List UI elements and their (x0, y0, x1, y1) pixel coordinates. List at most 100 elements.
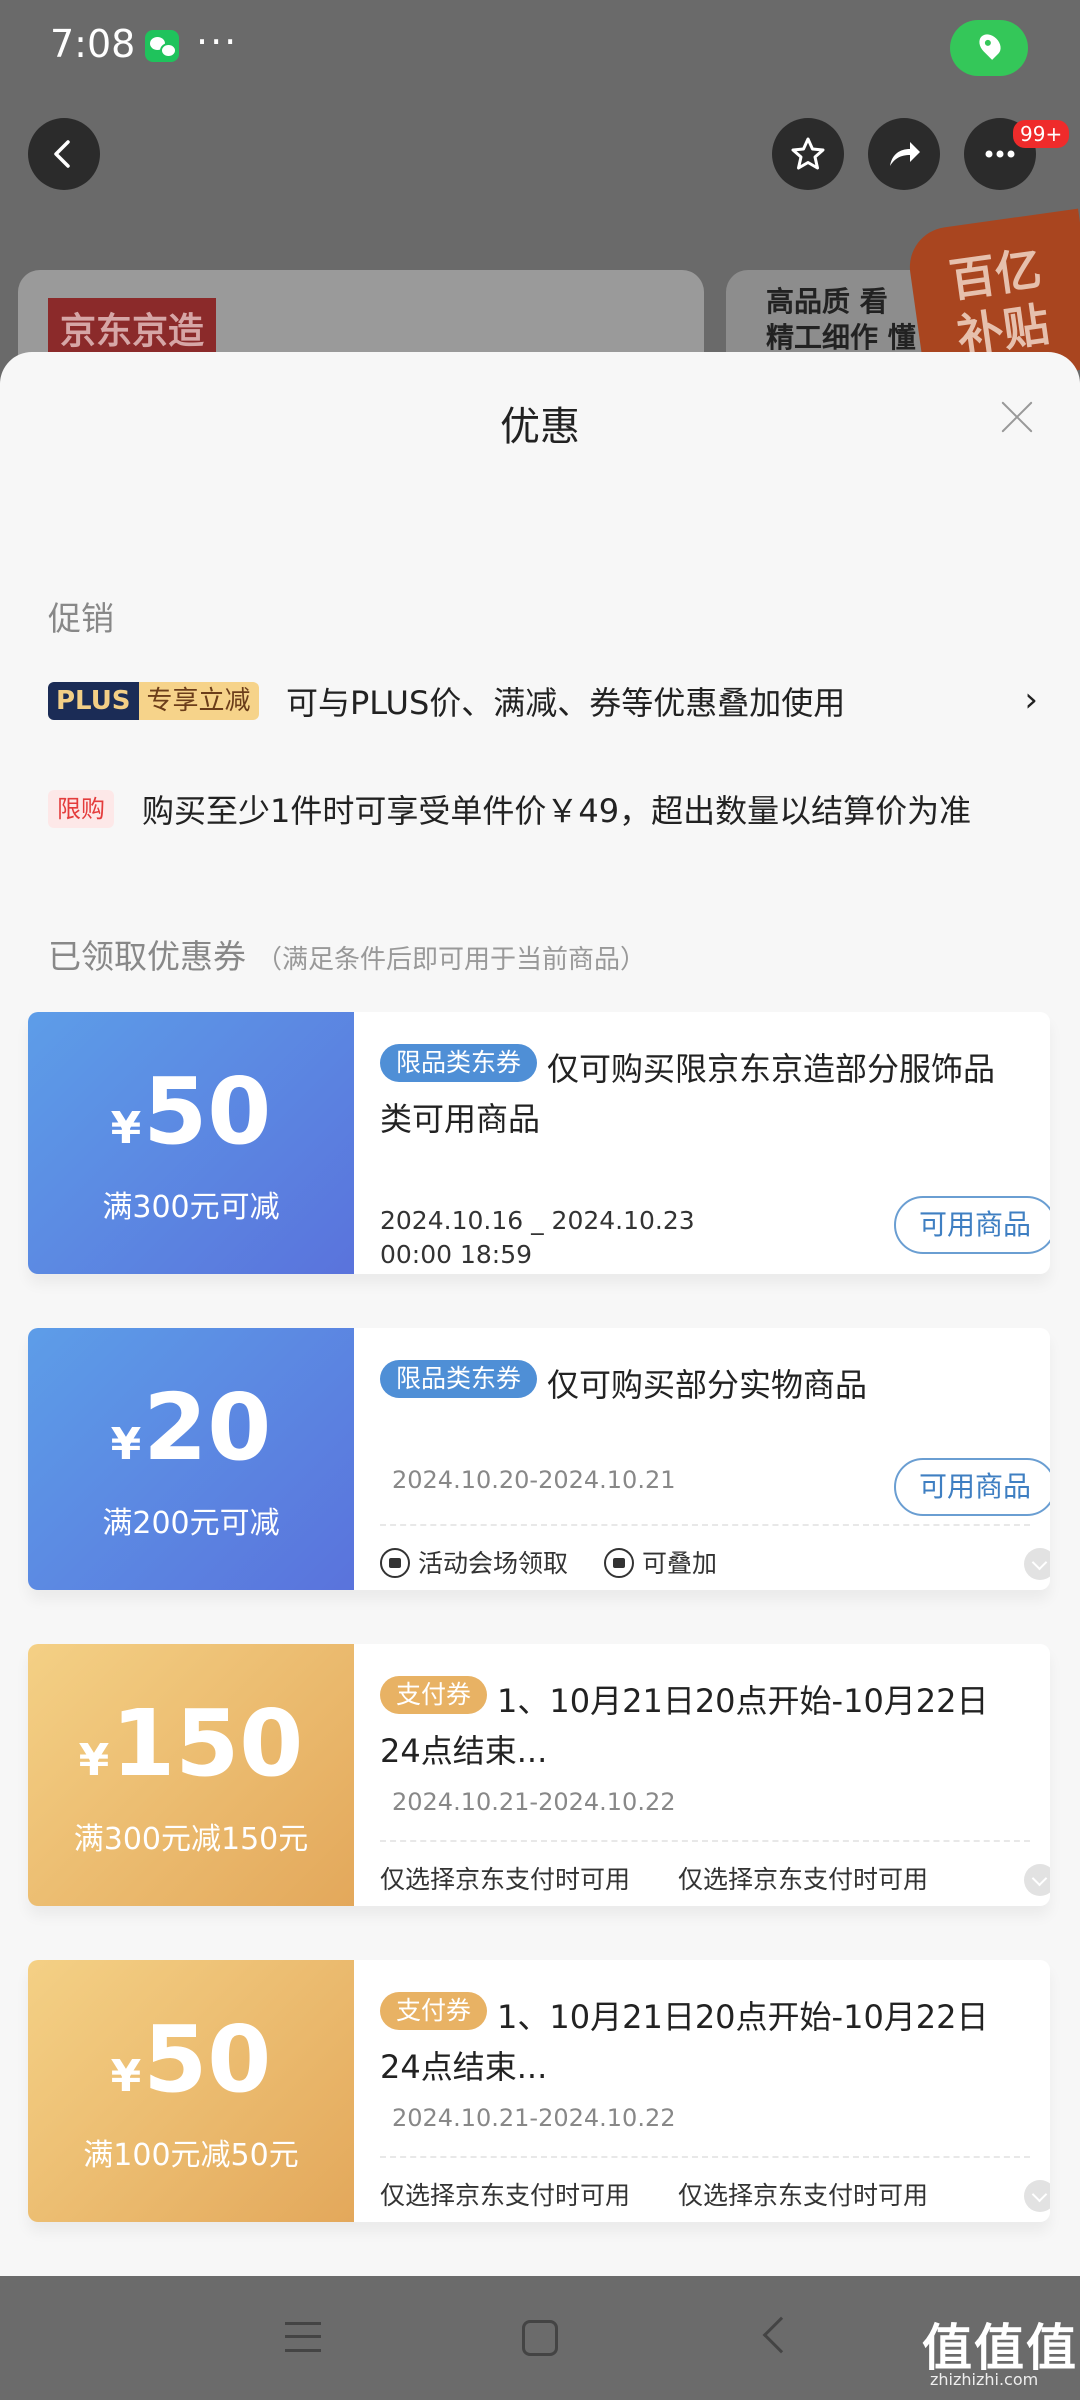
coupon-amount: ¥20 (28, 1378, 354, 1495)
coupon-value-panel: ¥150 满300元减150元 (28, 1644, 354, 1906)
available-products-button[interactable]: 可用商品 (894, 1196, 1050, 1254)
coupon-value-panel: ¥50 满100元减50元 (28, 1960, 354, 2222)
home-icon[interactable] (522, 2320, 558, 2356)
expand-chevron-icon[interactable] (1024, 1548, 1050, 1580)
coupons-section-title: 已领取优惠券 （满足条件后即可用于当前商品） (48, 930, 646, 978)
menu-icon[interactable] (285, 2322, 321, 2352)
status-bar: 7:08 ··· (0, 0, 1080, 96)
coupon-currency: ¥ (110, 1419, 142, 1470)
coupon-type-tag: 支付券 (380, 1676, 488, 1714)
close-icon[interactable] (1000, 400, 1034, 434)
watermark-url: zhizhizhi.com (930, 2370, 1039, 2389)
coupon-validity: 2024.10.16 _ 2024.10.23 00:00 18:59 (380, 1204, 695, 1272)
coupon-date-range: 2024.10.21-2024.10.22 (392, 2104, 676, 2132)
coupon-amount-value: 50 (143, 2006, 272, 2113)
location-icon[interactable] (950, 20, 1028, 76)
coupon-feature-text: 仅选择京东支付时可用 (380, 1865, 631, 1894)
coupon-amount-value: 20 (143, 1374, 272, 1481)
brand-logo: 京东京造 (48, 298, 217, 358)
promo-text: 高品质 看 精工细作 懂 (766, 285, 916, 354)
status-time: 7:08 (50, 22, 136, 66)
status-more-indicator: ··· (196, 20, 239, 64)
coupon-details: 支付券 1、10月21日20点开始-10月22日24点结束... 2024.10.… (380, 1644, 1050, 1906)
coupon-currency: ¥ (78, 1735, 110, 1786)
coupon-divider (380, 1840, 1030, 1842)
plus-tag-label: PLUS (48, 682, 139, 720)
coupon-date-range: 2024.10.20-2024.10.21 (392, 1466, 676, 1494)
plus-tag-sublabel: 专享立减 (138, 682, 259, 720)
system-back-icon[interactable] (762, 2316, 800, 2354)
coupon-serrated-edge (28, 1012, 34, 1274)
coupon-time-range: 00:00 18:59 (380, 1240, 533, 1269)
coupon-feature-text: 仅选择京东支付时可用 (380, 2181, 631, 2210)
share-button[interactable] (868, 118, 940, 190)
coupon-date-range: 2024.10.21-2024.10.22 (392, 1788, 676, 1816)
coupon-details: 限品类东券 仅可购买部分实物商品 2024.10.20-2024.10.21 可用… (380, 1328, 1050, 1590)
coupon-currency: ¥ (110, 1103, 142, 1154)
coupon-serrated-edge (28, 1644, 34, 1906)
coupon-type-tag: 限品类东券 (380, 1360, 538, 1398)
coupon-currency: ¥ (110, 2051, 142, 2102)
coupon-serrated-edge (28, 1328, 34, 1590)
coupon-amount-value: 150 (111, 1690, 304, 1797)
coupon-amount-value: 50 (143, 1058, 272, 1165)
plus-tag: PLUS 专享立减 (48, 682, 259, 720)
promotion-limit-text: 购买至少1件时可享受单件价￥49，超出数量以结算价为准 (142, 792, 972, 830)
expand-chevron-icon[interactable] (1024, 2180, 1050, 2212)
coupon-feature-text: 仅选择京东支付时可用 (678, 2181, 929, 2210)
wechat-icon (145, 30, 179, 62)
favorite-button[interactable] (772, 118, 844, 190)
coupon-feature: 可叠加 (604, 1544, 717, 1580)
screen: 7:08 ··· 99+ 京东京造 高品质 看 精工细作 懂 百亿 补贴 优惠 … (0, 0, 1080, 2400)
coupon-card: ¥150 满300元减150元 支付券 1、10月21日20点开始-10月22日2… (28, 1644, 1050, 1906)
coupon-feature: 活动会场领取 (380, 1544, 568, 1580)
expand-chevron-icon[interactable] (1024, 1864, 1050, 1896)
coupon-amount: ¥50 (28, 2010, 354, 2127)
back-button[interactable] (28, 118, 100, 190)
coupon-value-panel: ¥50 满300元可减 (28, 1012, 354, 1274)
coupon-divider (380, 2156, 1030, 2158)
coupon-date-range: 2024.10.16 _ 2024.10.23 (380, 1206, 695, 1235)
coupon-desc-text: 仅可购买部分实物商品 (547, 1366, 868, 1404)
notification-badge: 99+ (1013, 120, 1070, 148)
coupon-card: ¥50 满300元可减 限品类东券 仅可购买限京东京造部分服饰品类可用商品 202… (28, 1012, 1050, 1274)
coupon-feature-text: 活动会场领取 (418, 1549, 569, 1578)
coupons-subtitle: （满足条件后即可用于当前商品） (256, 945, 647, 975)
coupon-condition: 满300元减150元 (73, 1822, 309, 1857)
subsidy-text: 百亿 补贴 (946, 241, 1053, 364)
coupon-description: 限品类东券 仅可购买部分实物商品 (380, 1360, 1000, 1410)
back-icon (54, 140, 70, 168)
stack-icon (604, 1548, 634, 1578)
promotions-title: 促销 (48, 599, 114, 638)
coupon-divider (380, 1524, 1030, 1526)
promotion-plus-row[interactable]: PLUS 专享立减 可与PLUS价、满减、券等优惠叠加使用 › (48, 672, 1038, 732)
coupon-serrated-edge (28, 1960, 34, 2222)
chevron-right-icon: › (1024, 680, 1038, 720)
coupon-condition: 满100元减50元 (83, 2138, 299, 2173)
coupon-description: 支付券 1、10月21日20点开始-10月22日24点结束... (380, 1992, 1000, 2092)
system-nav-bar (0, 2276, 1080, 2400)
coupon-amount: ¥150 (28, 1694, 354, 1811)
coupon-value-panel: ¥20 满200元可减 (28, 1328, 354, 1590)
coupons-title-text: 已领取优惠券 (48, 937, 246, 976)
available-products-button[interactable]: 可用商品 (894, 1458, 1050, 1516)
promotion-plus-text: 可与PLUS价、满减、券等优惠叠加使用 (286, 684, 846, 722)
coupon-condition: 满300元可减 (102, 1190, 280, 1225)
discount-sheet: 优惠 促销 PLUS 专享立减 可与PLUS价、满减、券等优惠叠加使用 › 限购… (0, 352, 1080, 2276)
sheet-title: 优惠 (500, 404, 580, 450)
coupon-amount: ¥50 (28, 1062, 354, 1179)
ticket-icon (380, 1548, 410, 1578)
coupon-details: 支付券 1、10月21日20点开始-10月22日24点结束... 2024.10.… (380, 1960, 1050, 2222)
coupon-condition: 满200元可减 (102, 1506, 280, 1541)
coupon-card: ¥50 满100元减50元 支付券 1、10月21日20点开始-10月22日24点… (28, 1960, 1050, 2222)
coupon-type-tag: 支付券 (380, 1992, 488, 2030)
coupon-description: 支付券 1、10月21日20点开始-10月22日24点结束... (380, 1676, 1000, 1776)
share-icon (890, 142, 920, 166)
promotion-limit-row: 限购 购买至少1件时可享受单件价￥49，超出数量以结算价为准 (48, 780, 1038, 840)
coupon-details: 限品类东券 仅可购买限京东京造部分服饰品类可用商品 2024.10.16 _ 20… (380, 1012, 1050, 1274)
coupon-feature-text: 可叠加 (642, 1549, 718, 1578)
coupon-description: 限品类东券 仅可购买限京东京造部分服饰品类可用商品 (380, 1044, 1000, 1144)
coupon-type-tag: 限品类东券 (380, 1044, 538, 1082)
star-icon (791, 137, 825, 170)
coupon-feature-text: 仅选择京东支付时可用 (678, 1865, 929, 1894)
